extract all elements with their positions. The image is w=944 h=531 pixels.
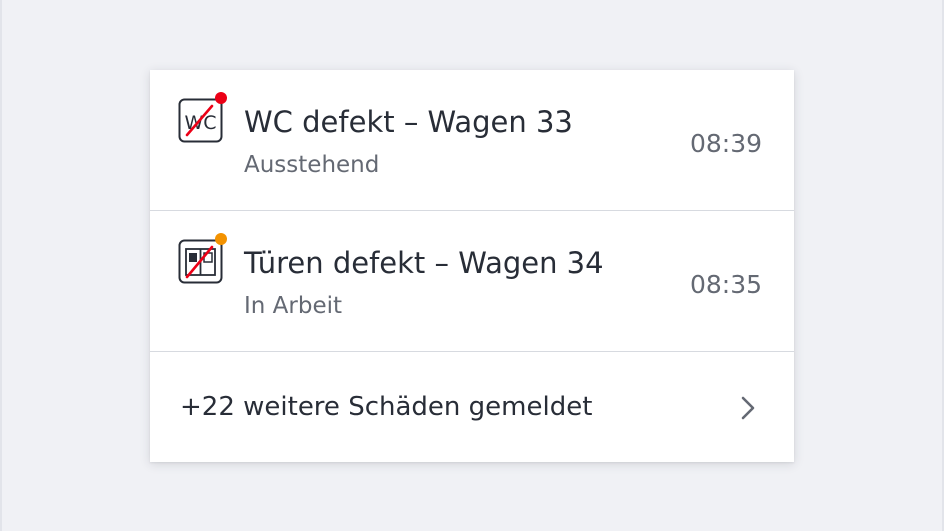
report-time: 08:39 <box>689 129 762 158</box>
damage-reports-card: WC WC defekt – Wagen 33 Ausstehend 08:39… <box>150 70 794 462</box>
door-defect-icon <box>178 233 227 284</box>
page-edge-left <box>0 0 2 531</box>
status-indicator-dot <box>215 92 227 104</box>
more-reports-link[interactable]: +22 weitere Schäden gemeldet <box>150 352 794 462</box>
report-status: In Arbeit <box>244 293 343 319</box>
damage-report-row[interactable]: Türen defekt – Wagen 34 In Arbeit 08:35 <box>150 211 794 352</box>
status-indicator-dot <box>215 233 227 245</box>
report-title: Türen defekt – Wagen 34 <box>244 246 604 280</box>
damage-report-row[interactable]: WC WC defekt – Wagen 33 Ausstehend 08:39 <box>150 70 794 211</box>
report-title: WC defekt – Wagen 33 <box>244 105 573 139</box>
more-reports-label: +22 weitere Schäden gemeldet <box>180 392 593 422</box>
chevron-right-icon <box>738 396 758 420</box>
report-status: Ausstehend <box>244 152 380 178</box>
wc-defect-icon: WC <box>178 92 227 143</box>
report-time: 08:35 <box>689 270 762 299</box>
